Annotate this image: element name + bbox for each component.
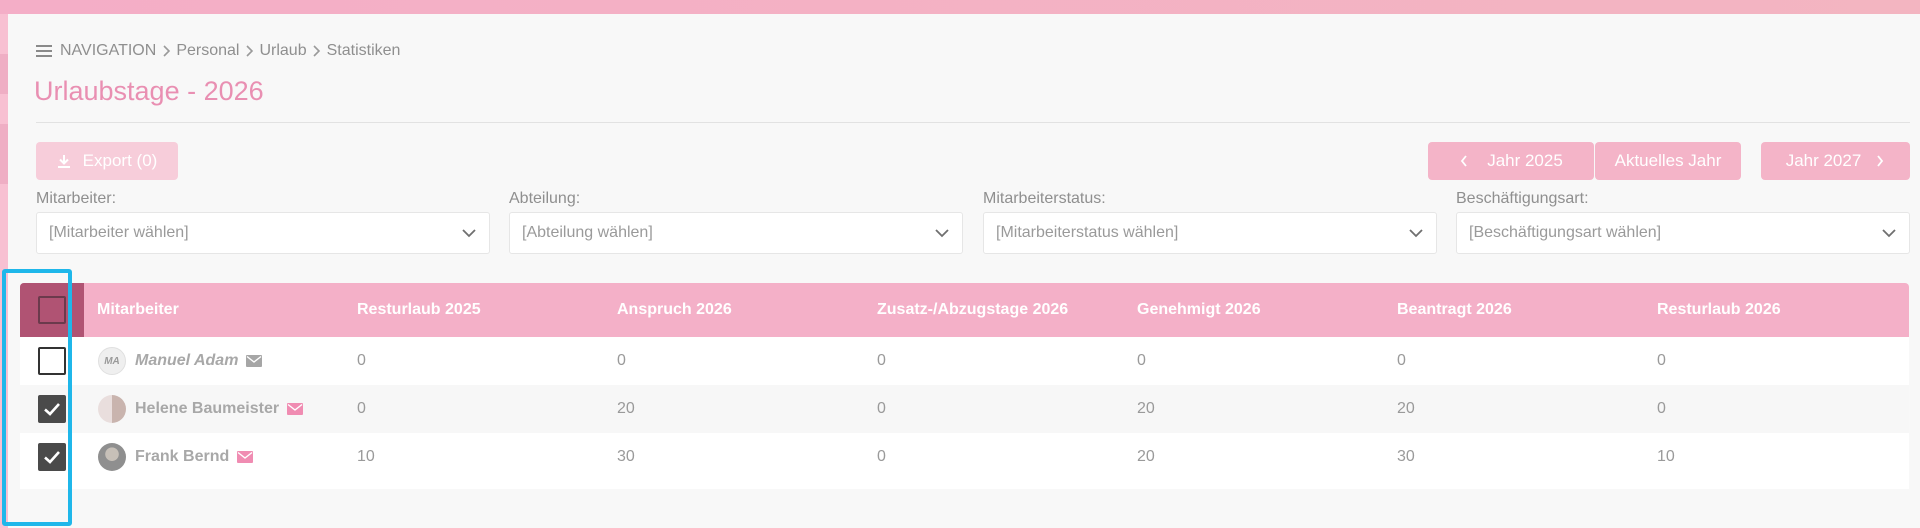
employee-status-select[interactable]: [Mitarbeiterstatus wählen] (983, 212, 1437, 254)
column-header-anspruch-2026[interactable]: Anspruch 2026 (617, 283, 732, 337)
employee-select-placeholder: [Mitarbeiter wählen] (49, 224, 189, 241)
employee-name[interactable]: Frank Bernd (135, 433, 254, 481)
department-select-placeholder: [Abteilung wählen] (522, 224, 653, 241)
table-header: Mitarbeiter Resturlaub 2025 Anspruch 202… (20, 283, 1909, 337)
cell-genehmigt-2026: 20 (1137, 448, 1155, 465)
cell-resturlaub-2025: 10 (357, 448, 375, 465)
table-row[interactable]: MA Manuel Adam 0 0 0 0 0 0 (20, 337, 1909, 385)
breadcrumb-item-statistiken: Statistiken (326, 42, 401, 59)
vacation-table: Mitarbeiter Resturlaub 2025 Anspruch 202… (20, 283, 1909, 489)
avatar: MA (98, 347, 126, 375)
checkmark-icon (44, 403, 60, 416)
column-header-mitarbeiter[interactable]: Mitarbeiter (97, 283, 179, 337)
cell-resturlaub-2026: 0 (1657, 352, 1666, 369)
cell-beantragt-2026: 30 (1397, 448, 1415, 465)
download-icon (57, 155, 70, 168)
avatar (98, 395, 126, 423)
cell-anspruch-2026: 30 (617, 448, 635, 465)
cell-zusatz-abzugstage-2026: 0 (877, 400, 886, 417)
employment-type-select[interactable]: [Beschäftigungsart wählen] (1456, 212, 1910, 254)
table-row[interactable]: Helene Baumeister 0 20 0 20 20 0 (20, 385, 1909, 433)
title-divider (36, 122, 1910, 123)
row-checkbox[interactable] (38, 443, 66, 471)
chevron-left-icon (1461, 155, 1467, 167)
avatar (98, 443, 126, 471)
employee-status-select-placeholder: [Mitarbeiterstatus wählen] (996, 224, 1179, 241)
breadcrumb-item-urlaub[interactable]: Urlaub (259, 42, 306, 60)
cell-genehmigt-2026: 20 (1137, 400, 1155, 417)
column-header-genehmigt-2026[interactable]: Genehmigt 2026 (1137, 283, 1261, 337)
left-accent-strip (0, 14, 8, 528)
current-year-label: Aktuelles Jahr (1614, 151, 1722, 170)
filter-label-abteilung: Abteilung: (509, 190, 581, 207)
chevron-down-icon (1882, 229, 1896, 238)
chevron-right-icon (239, 45, 259, 57)
chevron-right-icon (307, 45, 327, 57)
filter-label-beschaeftigungsart: Beschäftigungsart: (1456, 190, 1589, 207)
row-checkbox[interactable] (38, 347, 66, 375)
next-year-button[interactable]: Jahr 2027 (1761, 142, 1910, 180)
breadcrumb-item-navigation[interactable]: NAVIGATION (60, 42, 156, 60)
filter-label-mitarbeiterstatus: Mitarbeiterstatus: (983, 190, 1106, 207)
cell-resturlaub-2026: 10 (1657, 448, 1675, 465)
prev-year-button[interactable]: Jahr 2025 (1428, 142, 1594, 180)
employee-name[interactable]: Helene Baumeister (135, 385, 304, 433)
column-header-beantragt-2026[interactable]: Beantragt 2026 (1397, 283, 1512, 337)
employee-name[interactable]: Manuel Adam (135, 337, 263, 385)
top-accent-bar (0, 0, 1920, 14)
employee-name-text[interactable]: Frank Bernd (135, 433, 229, 481)
column-header-resturlaub-2025[interactable]: Resturlaub 2025 (357, 283, 481, 337)
row-checkbox[interactable] (38, 395, 66, 423)
column-header-zusatz-abzugstage-2026[interactable]: Zusatz-/Abzugstage 2026 (877, 283, 1068, 337)
chevron-down-icon (462, 229, 476, 238)
chevron-right-icon (1877, 155, 1884, 167)
cell-beantragt-2026: 0 (1397, 352, 1406, 369)
chevron-down-icon (935, 229, 949, 238)
cell-anspruch-2026: 0 (617, 352, 626, 369)
next-year-label: Jahr 2027 (1785, 151, 1862, 170)
breadcrumb-item-personal[interactable]: Personal (176, 42, 239, 60)
cell-resturlaub-2026: 0 (1657, 400, 1666, 417)
cell-resturlaub-2025: 0 (357, 400, 366, 417)
employee-select[interactable]: [Mitarbeiter wählen] (36, 212, 490, 254)
cell-zusatz-abzugstage-2026: 0 (877, 448, 886, 465)
employee-name-text[interactable]: Helene Baumeister (135, 385, 279, 433)
select-all-checkbox[interactable] (38, 296, 66, 324)
export-button-label: Export (0) (82, 151, 158, 170)
column-header-resturlaub-2026[interactable]: Resturlaub 2026 (1657, 283, 1781, 337)
chevron-down-icon (1409, 229, 1423, 238)
chevron-right-icon (156, 45, 176, 57)
prev-year-label: Jahr 2025 (1487, 151, 1563, 170)
page-content: NAVIGATION Personal Urlaub Statistiken U… (8, 14, 1920, 528)
header-checkbox-cell (20, 283, 84, 337)
filter-label-mitarbeiter: Mitarbeiter: (36, 190, 117, 207)
table-row[interactable]: Frank Bernd 10 30 0 20 30 10 (20, 433, 1909, 481)
cell-genehmigt-2026: 0 (1137, 352, 1146, 369)
export-button[interactable]: Export (0) (36, 142, 178, 180)
cell-beantragt-2026: 20 (1397, 400, 1415, 417)
cell-anspruch-2026: 20 (617, 400, 635, 417)
current-year-button[interactable]: Aktuelles Jahr (1595, 142, 1741, 180)
department-select[interactable]: [Abteilung wählen] (509, 212, 963, 254)
mail-icon[interactable] (237, 451, 254, 463)
breadcrumb: NAVIGATION Personal Urlaub Statistiken (36, 40, 400, 62)
mail-icon[interactable] (287, 403, 304, 415)
employment-type-select-placeholder: [Beschäftigungsart wählen] (1469, 224, 1662, 241)
cell-zusatz-abzugstage-2026: 0 (877, 352, 886, 369)
mail-icon[interactable] (246, 355, 263, 367)
employee-name-text[interactable]: Manuel Adam (135, 337, 238, 385)
menu-icon[interactable] (36, 45, 52, 57)
checkmark-icon (44, 451, 60, 464)
cell-resturlaub-2025: 0 (357, 352, 366, 369)
page-title: Urlaubstage - 2026 (34, 76, 264, 106)
